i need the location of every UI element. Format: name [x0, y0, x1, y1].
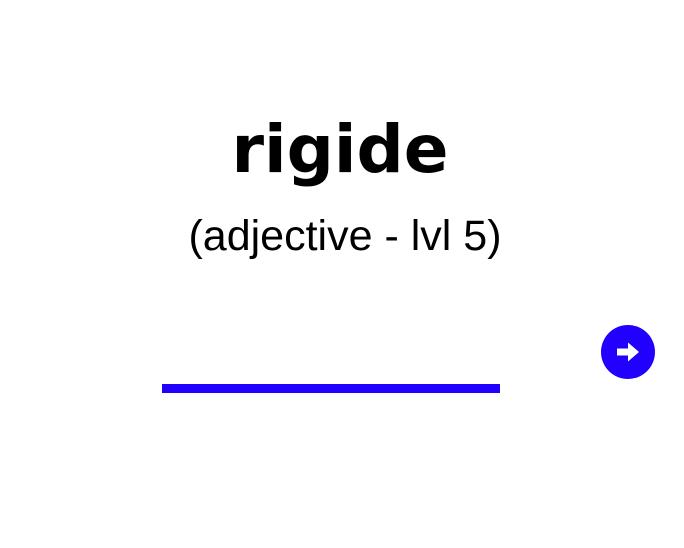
vocabulary-word: rigide	[231, 111, 449, 188]
part-of-speech-label: (adjective - lvl 5)	[188, 212, 502, 260]
next-button[interactable]	[601, 325, 655, 379]
flashcard: rigide (adjective - lvl 5)	[0, 0, 684, 548]
answer-input[interactable]	[162, 318, 500, 393]
arrow-right-icon	[611, 335, 645, 369]
